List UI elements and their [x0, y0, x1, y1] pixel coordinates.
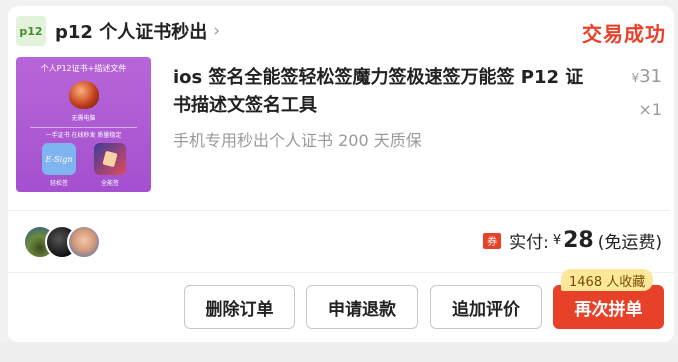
app2-label: 全能签 — [100, 180, 119, 187]
add-review-button[interactable]: 追加评价 — [430, 285, 542, 329]
shop-header[interactable]: p12 p12 个人证书秒出 › — [16, 16, 220, 46]
product-title[interactable]: ios 签名全能签轻松签魔力签极速签万能签 P12 证书描述文签名工具 — [173, 64, 593, 120]
app1-label: 轻松签 — [49, 180, 68, 187]
paid-label: 实付: — [509, 233, 549, 253]
product-description: 手机专用秒出个人证书 200 天质保 — [173, 131, 422, 150]
thumb-title: 个人P12证书+描述文件 — [40, 64, 127, 73]
shop-name[interactable]: p12 个人证书秒出 — [55, 18, 207, 44]
request-refund-button[interactable]: 申请退款 — [306, 285, 418, 329]
chevron-right-icon[interactable]: › — [213, 21, 220, 41]
favorites-badge: 1468 人收藏 — [561, 269, 654, 291]
paid-currency: ¥ — [552, 233, 562, 248]
price-currency: ¥ — [631, 71, 640, 85]
coupon-icon: 券 — [483, 232, 502, 249]
avatar — [67, 225, 101, 259]
shipping-note: (免运费) — [597, 233, 662, 253]
allpower-app-icon — [94, 143, 126, 175]
product-thumbnail[interactable]: 个人P12证书+描述文件 无需电脑 一手证书 在线秒发 质量稳定 E-Sign … — [16, 57, 151, 192]
price-value: 31 — [639, 66, 662, 87]
apple-logo-icon — [69, 81, 99, 109]
order-status: 交易成功 — [582, 22, 666, 46]
payment-summary: 券 实付: ¥ 28 (免运费) — [483, 228, 662, 253]
shop-avatar[interactable]: p12 — [16, 16, 46, 46]
buyer-avatars[interactable] — [23, 225, 101, 259]
thumb-subtitle: 无需电脑 — [71, 115, 96, 122]
divider — [8, 210, 670, 211]
delete-order-button[interactable]: 删除订单 — [184, 285, 295, 329]
next-card-edge — [0, 342, 678, 362]
product-quantity: ×1 — [638, 100, 662, 119]
product-price: ¥31 — [631, 66, 662, 87]
esign-app-icon: E-Sign — [42, 143, 76, 175]
thumb-tagline: 一手证书 在线秒发 质量稳定 — [30, 127, 137, 139]
paid-amount: 28 — [563, 228, 594, 253]
rebuy-button[interactable]: 再次拼单 — [553, 285, 664, 329]
